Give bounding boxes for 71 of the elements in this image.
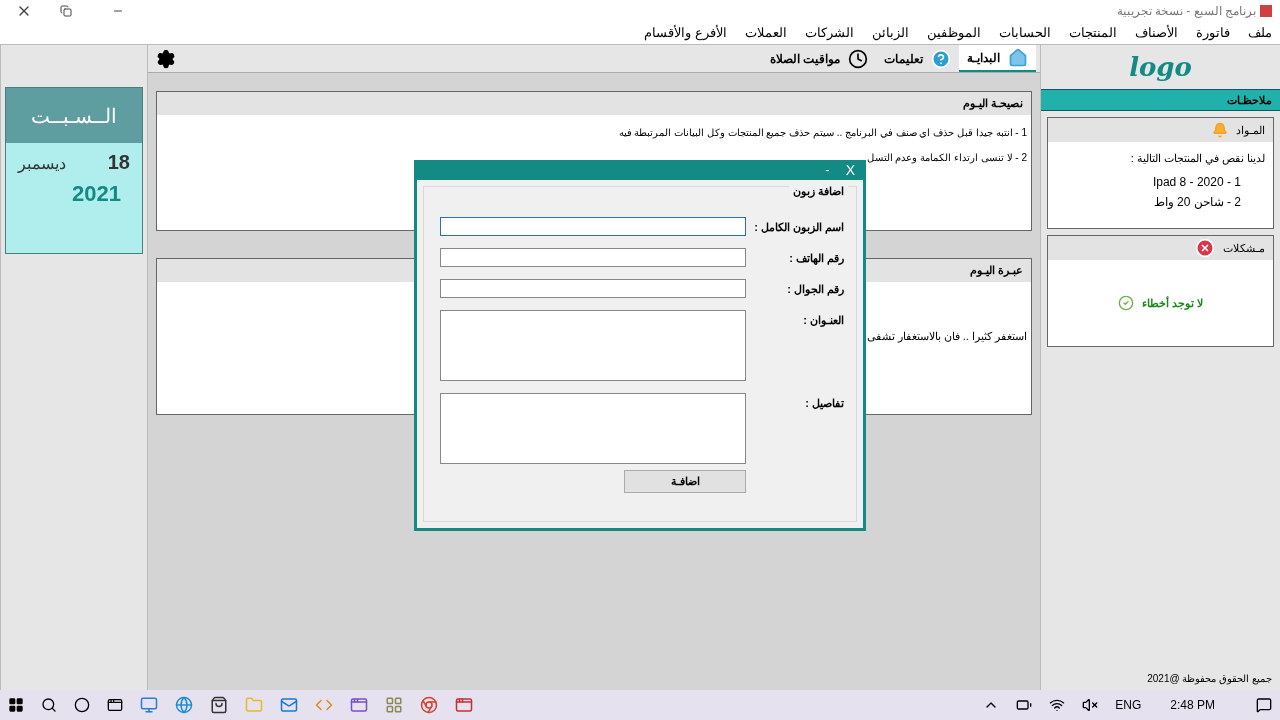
task-view-icon[interactable]: [107, 697, 123, 713]
search-icon[interactable]: [41, 697, 57, 713]
tab[interactable]: تعليمات: [876, 45, 959, 72]
chrome-icon[interactable]: [420, 696, 438, 714]
menu-item[interactable]: المنتجات: [1069, 23, 1117, 43]
shortage-item: 1 - 2020 - Ipad 8: [1151, 173, 1241, 191]
input-field[interactable]: [440, 248, 746, 267]
menu-item[interactable]: العملات: [745, 23, 787, 43]
month-name: ديسمبر: [18, 154, 66, 175]
bell-icon: [1212, 122, 1228, 138]
quote-text: استغفر كثيرا .. فان بالاستغفار تشفى: [865, 329, 1028, 345]
notes-header: ملاحظـات: [1041, 89, 1280, 111]
menu-item[interactable]: فاتورة: [1196, 23, 1230, 43]
minimize-button[interactable]: -: [825, 160, 830, 180]
card-title: مـشكلات: [1223, 240, 1265, 256]
settings-icon[interactable]: [156, 48, 176, 69]
app-icon: [1260, 5, 1272, 17]
menu-item[interactable]: الموظفين: [927, 23, 981, 43]
close-button[interactable]: X: [845, 159, 855, 181]
clock-icon: [848, 48, 868, 69]
add-button[interactable]: اضافـة: [624, 470, 746, 493]
field-label: العنـوان :: [802, 313, 844, 329]
shortage-item: 2 - شاحن 20 واط: [1152, 193, 1241, 211]
app-window-icon[interactable]: [350, 696, 368, 714]
tab[interactable]: مواقيت الصلاة: [761, 45, 876, 72]
error-icon: [1195, 238, 1215, 258]
house-icon: [1008, 47, 1028, 68]
logo: logo: [1129, 50, 1192, 84]
status-message: لا توجد أخطاء: [1141, 295, 1204, 312]
card-title: المـواد: [1236, 122, 1265, 139]
day-name: الــسـبــت: [6, 88, 142, 143]
notification-icon[interactable]: [1256, 697, 1272, 713]
menu-item[interactable]: الزبائن: [872, 23, 909, 43]
group-title: اضافة زبون: [788, 183, 848, 200]
menu-item[interactable]: الأصناف: [1135, 23, 1178, 43]
input-field[interactable]: [440, 279, 746, 298]
year-number: 2021: [71, 180, 122, 208]
bag-icon[interactable]: [210, 696, 228, 714]
monitor-icon[interactable]: [140, 696, 158, 714]
panel-title: نصيحـة اليـوم: [157, 92, 1031, 115]
help-icon: [931, 48, 951, 69]
field-label: تفاصيل :: [804, 396, 844, 412]
day-number: 18: [107, 150, 130, 175]
battery-icon[interactable]: [1016, 697, 1033, 713]
menu-item[interactable]: الأفرع والأقسام: [644, 23, 727, 43]
text-area[interactable]: [440, 393, 746, 464]
wifi-icon[interactable]: [1049, 697, 1066, 713]
restore-icon[interactable]: [60, 5, 72, 17]
text-area[interactable]: [440, 310, 746, 381]
menu-item[interactable]: الشركات: [805, 23, 854, 43]
check-icon: [1117, 295, 1134, 311]
clock-text[interactable]: 2:48 PM: [1170, 696, 1215, 714]
mail-icon[interactable]: [280, 696, 298, 714]
tip-text: 1 - انتبه جيدا قبل حذف اي صنف في البرنامج .. سيتم حذف جميع المنتجات وكل البيانات المرتبطة فيه: [617, 126, 1027, 140]
menu-item[interactable]: الحسابات: [999, 23, 1051, 43]
menu-item[interactable]: ملف: [1248, 23, 1272, 43]
field-label: اسم الزبون الكامل :: [753, 220, 844, 236]
start-icon[interactable]: [8, 697, 24, 713]
language-indicator[interactable]: ENG: [1115, 696, 1142, 714]
window-title: برنامج السبع - نسخة تجريبية: [1116, 3, 1256, 20]
grid-icon[interactable]: [385, 696, 403, 714]
browser-icon[interactable]: [175, 696, 193, 714]
tab[interactable]: البدايـة: [959, 45, 1036, 72]
muted-speaker-icon[interactable]: [1082, 697, 1099, 713]
input-field[interactable]: [440, 217, 746, 236]
shortage-intro: لدينا نقص في المنتجات التالية :: [1129, 151, 1265, 167]
app-window-icon[interactable]: [455, 696, 473, 714]
circle-icon[interactable]: [74, 697, 90, 713]
copyright-text: جميع الحقوق محفوظة @2021: [1146, 672, 1273, 687]
tip-text: 2 - لا تنسى ارتداء الكمامة وعدم التسل: [865, 151, 1027, 165]
field-label: رقم الجوال :: [786, 282, 844, 298]
